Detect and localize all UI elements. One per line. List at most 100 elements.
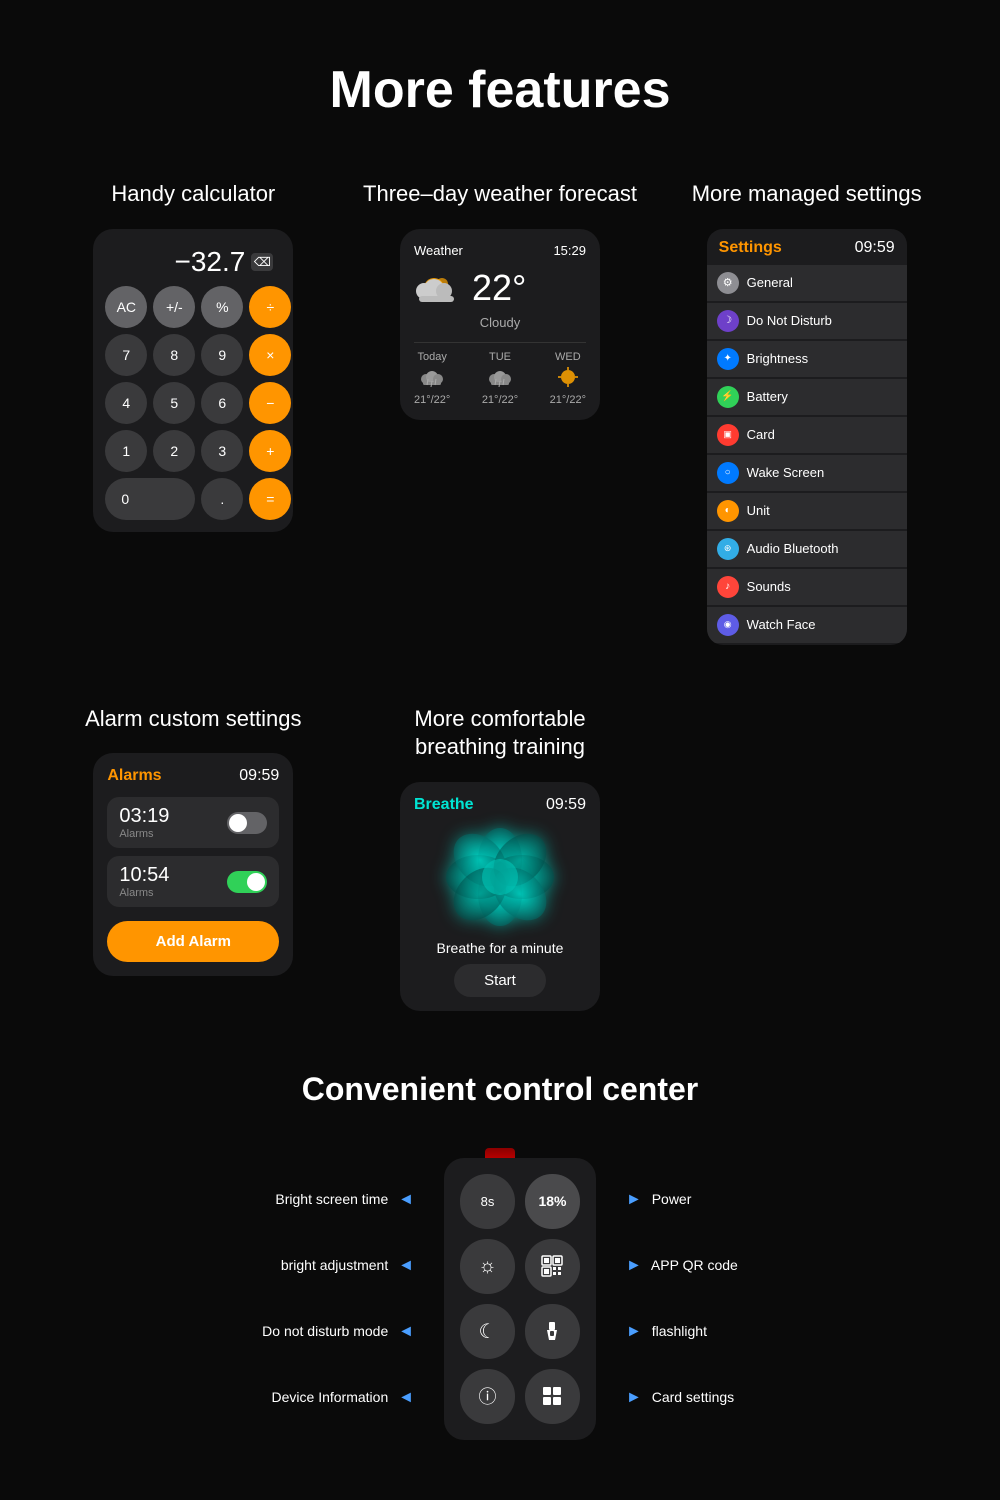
day-name-today: Today [414, 351, 450, 363]
settings-item-battery[interactable]: ⚡ Battery [707, 379, 907, 415]
ctrl-label-qr: ► APP QR code [626, 1244, 738, 1288]
alarm-time-display: 09:59 [239, 767, 279, 785]
calc-btn-3[interactable]: 3 [201, 430, 243, 472]
settings-item-brightness[interactable]: ✦ Brightness [707, 341, 907, 377]
battery-icon: ⚡ [717, 386, 739, 408]
control-watch-body: 8s 18% ☼ [444, 1158, 596, 1440]
control-buttons-grid: 8s 18% ☼ [460, 1174, 580, 1424]
ctrl-btn-device-info[interactable]: ⓘ [460, 1369, 515, 1424]
sounds-icon: ♪ [717, 576, 739, 598]
calc-btn-1[interactable]: 1 [105, 430, 147, 472]
breathe-header: Breathe 09:59 [414, 796, 586, 814]
breathe-app-label: Breathe [414, 796, 474, 814]
calc-btn-divide[interactable]: ÷ [249, 286, 291, 328]
calc-btn-7[interactable]: 7 [105, 334, 147, 376]
page-title: More features [0, 60, 1000, 120]
alarm-item-2: 10:54 Alarms [107, 856, 279, 907]
alarm-label-1: Alarms [119, 828, 169, 840]
calc-btn-8[interactable]: 8 [153, 334, 195, 376]
unit-icon: ◐ [717, 500, 739, 522]
ctrl-btn-dnd[interactable]: ☾ [460, 1304, 515, 1359]
breathe-start-button[interactable]: Start [454, 964, 546, 997]
breathe-flower-animation [440, 822, 560, 932]
weather-day-tue: TUE 21°/22° [482, 351, 518, 406]
alarm-title: Alarm custom settings [85, 705, 301, 734]
alarm-widget: Alarms 09:59 03:19 Alarms 10:54 Alarms [93, 753, 293, 976]
settings-label-dnd: Do Not Disturb [747, 313, 832, 328]
calc-display: −32.7 ⌫ [105, 241, 281, 286]
alarm-toggle-1[interactable] [227, 812, 267, 834]
settings-item-dnd[interactable]: ☽ Do Not Disturb [707, 303, 907, 339]
calc-backspace-icon[interactable]: ⌫ [251, 253, 273, 271]
calc-btn-9[interactable]: 9 [201, 334, 243, 376]
settings-label-battery: Battery [747, 389, 788, 404]
calc-btn-percent[interactable]: % [201, 286, 243, 328]
day-temp-today: 21°/22° [414, 394, 450, 406]
calc-btn-2[interactable]: 2 [153, 430, 195, 472]
control-center-layout: Bright screen time ◄ bright adjustment ◄… [40, 1148, 960, 1440]
calc-btn-equals[interactable]: = [249, 478, 291, 520]
calc-btn-minus[interactable]: − [249, 382, 291, 424]
ctrl-btn-power[interactable]: 18% [525, 1174, 580, 1229]
ctrl-btn-card-settings[interactable] [525, 1369, 580, 1424]
alarm-label-2: Alarms [119, 887, 169, 899]
calc-btn-plus[interactable]: + [249, 430, 291, 472]
settings-widget: Settings 09:59 ⚙ General ☽ Do Not Distur… [707, 229, 907, 645]
settings-label-card: Card [747, 427, 775, 442]
settings-title: More managed settings [692, 180, 922, 209]
arrow-right-4: ► [626, 1390, 642, 1406]
settings-item-sounds[interactable]: ♪ Sounds [707, 569, 907, 605]
weather-title: Three–day weather forecast [363, 180, 637, 209]
calc-btn-multiply[interactable]: × [249, 334, 291, 376]
weather-app-label: Weather [414, 243, 463, 258]
settings-item-watchface[interactable]: ◉ Watch Face [707, 607, 907, 643]
calc-btn-dot[interactable]: . [201, 478, 243, 520]
weather-time: 15:29 [553, 243, 586, 258]
arrow-right-2: ► [626, 1258, 642, 1274]
alarm-time-2: 10:54 [119, 864, 169, 887]
weather-main: 22° [414, 266, 586, 311]
ctrl-label-card-settings: ► Card settings [626, 1376, 734, 1420]
arrow-left-4: ◄ [398, 1390, 414, 1406]
alarm-info-1: 03:19 Alarms [119, 805, 169, 840]
calculator-section: Handy calculator −32.7 ⌫ AC +/- % ÷ 7 8 … [40, 160, 347, 665]
weather-header: Weather 15:29 [414, 243, 586, 258]
calc-btn-4[interactable]: 4 [105, 382, 147, 424]
settings-item-card[interactable]: ▣ Card [707, 417, 907, 453]
calculator-widget: −32.7 ⌫ AC +/- % ÷ 7 8 9 × 4 5 6 − 1 2 3… [93, 229, 293, 532]
ctrl-label-device-info: Device Information ◄ [272, 1376, 414, 1420]
alarm-toggle-2[interactable] [227, 871, 267, 893]
settings-label-watchface: Watch Face [747, 617, 816, 632]
breathe-section: More comfortablebreathing training Breat… [347, 685, 654, 1031]
ctrl-label-bright-screen: Bright screen time ◄ [275, 1178, 414, 1222]
calc-btn-plusminus[interactable]: +/- [153, 286, 195, 328]
settings-wrap: Settings 09:59 ⚙ General ☽ Do Not Distur… [707, 229, 907, 645]
ctrl-btn-bright-time[interactable]: 8s [460, 1174, 515, 1229]
breathe-widget: Breathe 09:59 [400, 782, 600, 1011]
calc-btn-ac[interactable]: AC [105, 286, 147, 328]
settings-item-general[interactable]: ⚙ General [707, 265, 907, 301]
ctrl-btn-brightness[interactable]: ☼ [460, 1239, 515, 1294]
breathe-time: 09:59 [546, 796, 586, 814]
ctrl-label-dnd: Do not disturb mode ◄ [262, 1310, 414, 1354]
settings-app-label: Settings [719, 239, 782, 257]
settings-label-sounds: Sounds [747, 579, 791, 594]
calc-btn-6[interactable]: 6 [201, 382, 243, 424]
calc-btn-5[interactable]: 5 [153, 382, 195, 424]
weather-day-today: Today 21°/22° [414, 351, 450, 406]
settings-item-bluetooth[interactable]: ⊛ Audio Bluetooth [707, 531, 907, 567]
ctrl-btn-flashlight[interactable] [525, 1304, 580, 1359]
breathe-message: Breathe for a minute [414, 940, 586, 956]
ctrl-label-bright-adj: bright adjustment ◄ [281, 1244, 414, 1288]
settings-item-unit[interactable]: ◐ Unit [707, 493, 907, 529]
calc-btn-0[interactable]: 0 [105, 478, 195, 520]
ctrl-btn-qr[interactable] [525, 1239, 580, 1294]
bluetooth-icon: ⊛ [717, 538, 739, 560]
settings-item-wakescreen[interactable]: ○ Wake Screen [707, 455, 907, 491]
settings-label-wakescreen: Wake Screen [747, 465, 825, 480]
settings-label-unit: Unit [747, 503, 770, 518]
control-center-section: Convenient control center Bright screen … [0, 1031, 1000, 1500]
settings-label-general: General [747, 275, 793, 290]
add-alarm-button[interactable]: Add Alarm [107, 921, 279, 962]
calc-button-grid: AC +/- % ÷ 7 8 9 × 4 5 6 − 1 2 3 + 0 . = [105, 286, 281, 520]
